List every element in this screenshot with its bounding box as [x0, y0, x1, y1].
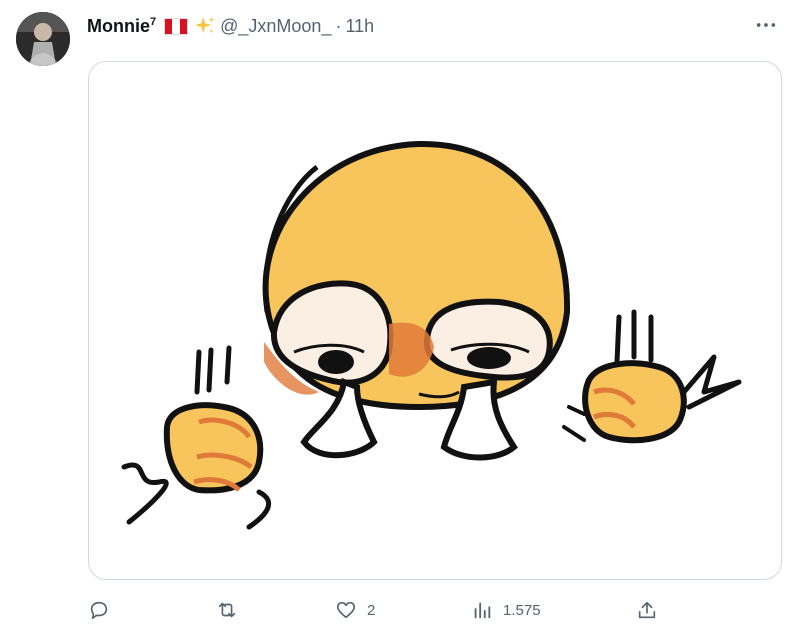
more-options-icon: [756, 23, 776, 27]
retweet-icon: [218, 602, 236, 618]
tweet-time[interactable]: 11h: [345, 16, 374, 37]
tweet-header: Monnie7 @_JxnMoon_ · 11h: [87, 13, 374, 39]
more-options-button[interactable]: [754, 16, 778, 34]
avatar-photo: [16, 12, 70, 66]
author-name[interactable]: Monnie7: [87, 16, 156, 37]
retweet-button[interactable]: [216, 592, 248, 628]
avatar[interactable]: [16, 12, 70, 66]
tweet-actions: 2 1.575: [88, 592, 780, 628]
reply-icon: [90, 601, 108, 620]
like-button[interactable]: 2: [335, 592, 375, 628]
tweet-media[interactable]: [88, 61, 782, 580]
peru-flag-icon: [164, 17, 189, 35]
separator-dot: ·: [335, 15, 342, 36]
share-button[interactable]: [636, 592, 658, 628]
reply-button[interactable]: [88, 592, 120, 628]
emoji-illustration: [121, 140, 742, 530]
views-count: 1.575: [503, 601, 541, 619]
share-icon: [638, 601, 656, 619]
author-handle[interactable]: @_JxnMoon_: [220, 16, 331, 37]
heart-icon: [336, 601, 356, 619]
like-count: 2: [367, 601, 376, 619]
views-icon: [474, 602, 491, 619]
tweet: Monnie7 @_JxnMoon_ · 11h 2 1.575: [0, 0, 800, 641]
sparkles-icon: [195, 16, 215, 34]
views-button[interactable]: 1.575: [471, 592, 541, 628]
